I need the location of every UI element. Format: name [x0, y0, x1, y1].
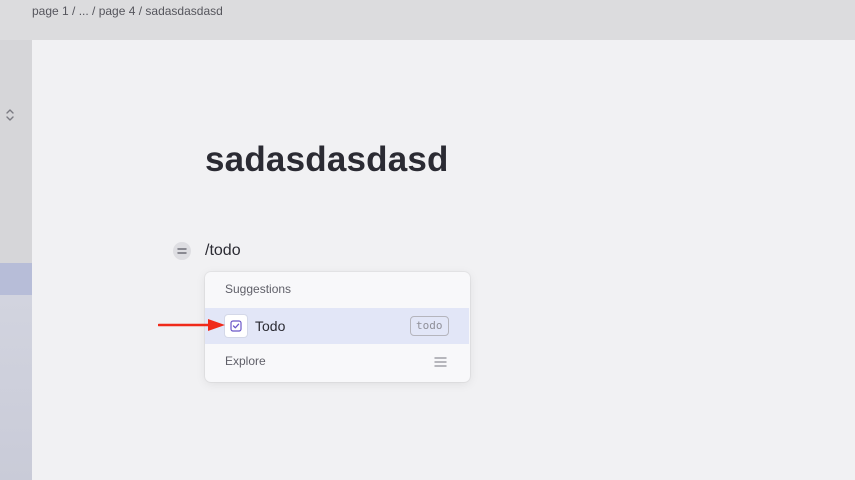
suggestions-header: Suggestions — [225, 282, 292, 296]
equals-drag-icon — [177, 248, 187, 254]
red-arrow-icon — [158, 319, 225, 331]
menu-item-todo[interactable]: Todo todo — [205, 308, 469, 344]
menu-item-explore[interactable]: Explore — [205, 344, 469, 380]
explore-label: Explore — [225, 354, 266, 368]
top-bar: page 1 / ... / page 4 / sadasdasdasd — [0, 0, 855, 40]
breadcrumb[interactable]: page 1 / ... / page 4 / sadasdasdasd — [32, 4, 223, 18]
editor-canvas[interactable]: sadasdasdasd /todo Suggestions Todo todo… — [32, 40, 855, 480]
shortcut-badge: todo — [410, 316, 449, 336]
chevron-up-down-icon[interactable] — [4, 107, 16, 123]
suggestions-menu: Suggestions Todo todo Explore — [205, 272, 470, 382]
block-handle[interactable] — [173, 242, 191, 260]
menu-item-label: Todo — [255, 318, 286, 334]
menu-lines-icon — [434, 357, 447, 367]
editor-block-text[interactable]: /todo — [205, 242, 241, 260]
checkbox-icon — [230, 320, 242, 332]
sidebar-lower-panel — [0, 295, 32, 480]
sidebar-active-item[interactable] — [0, 263, 32, 295]
page-title[interactable]: sadasdasdasd — [205, 140, 449, 180]
todo-icon-box — [225, 315, 247, 337]
